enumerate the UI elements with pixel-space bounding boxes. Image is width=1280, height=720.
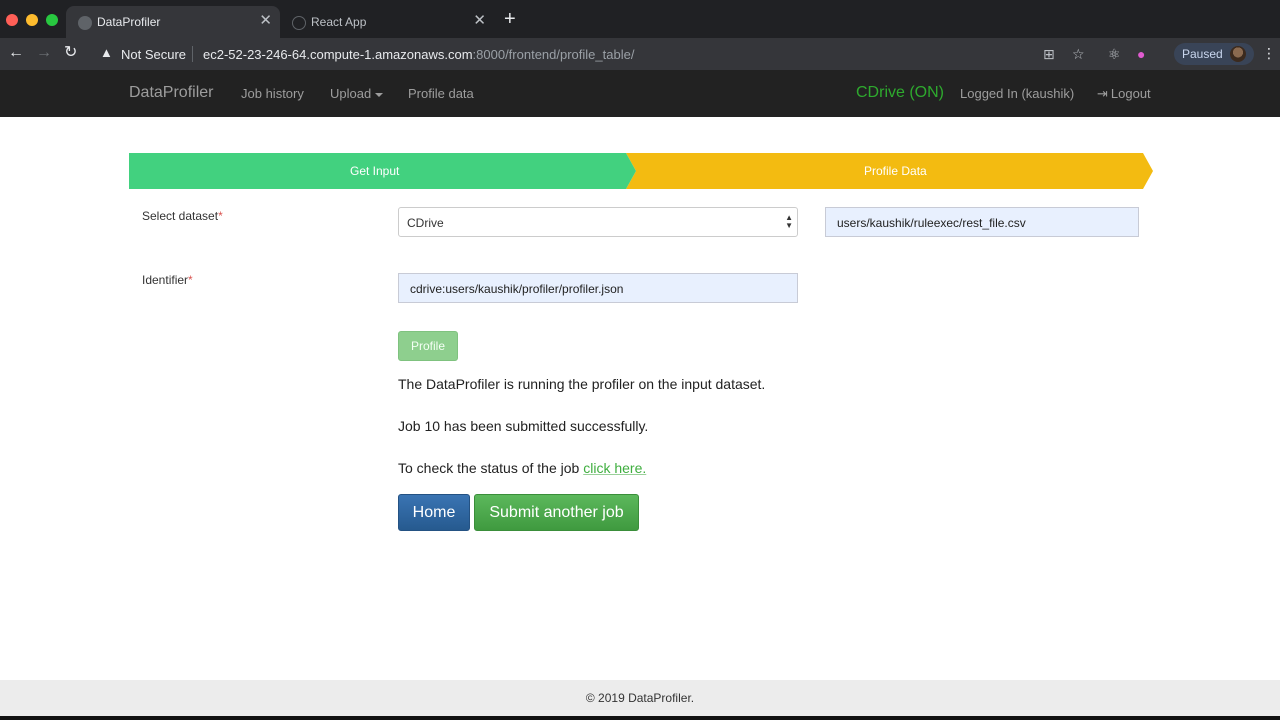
security-label[interactable]: Not Secure (121, 47, 186, 62)
minimize-window-button[interactable] (26, 14, 38, 26)
identifier-label: Identifier* (142, 273, 193, 287)
profile-button[interactable]: Profile (398, 331, 458, 361)
url-path: :8000/frontend/profile_table/ (472, 47, 635, 62)
profile-status: Paused (1182, 47, 1223, 61)
bottom-edge (0, 716, 1280, 720)
status-message: To check the status of the job click her… (398, 460, 646, 476)
cdrive-status: CDrive (ON) (856, 84, 944, 101)
profile-paused-button[interactable]: Paused (1174, 43, 1254, 65)
dataset-path-value: users/kaushik/ruleexec/rest_file.csv (837, 216, 1026, 230)
close-icon[interactable]: ✕ (473, 13, 486, 29)
caret-down-icon (375, 92, 384, 97)
footer-copyright: © 2019 DataProfiler. (585, 691, 695, 705)
nav-profile-data[interactable]: Profile data (408, 86, 474, 101)
url-text[interactable]: ec2-52-23-246-64.compute-1.amazonaws.com… (203, 47, 634, 62)
react-favicon-icon (292, 16, 306, 30)
logout-label: Logout (1110, 86, 1151, 101)
forward-arrow-icon[interactable]: → (36, 44, 52, 62)
tab-title: React App (311, 15, 367, 29)
home-button[interactable]: Home (398, 494, 470, 531)
tab-dataprofiler[interactable]: DataProfiler ✕ (66, 6, 280, 38)
warning-icon[interactable]: ▲ (100, 45, 113, 60)
main-content: Get Input Profile Data Select dataset* C… (0, 117, 1280, 680)
globe-icon (78, 16, 92, 30)
dataset-label-text: Select dataset (142, 209, 219, 223)
maximize-window-button[interactable] (46, 14, 58, 26)
select-arrows-icon: ▲ ▼ (785, 213, 793, 230)
tab-title: DataProfiler (97, 15, 161, 29)
steps-graphic (129, 153, 1153, 189)
dataset-selected-value: CDrive (407, 216, 444, 230)
submitted-message: Job 10 has been submitted successfully. (398, 418, 649, 434)
back-arrow-icon[interactable]: ← (8, 44, 24, 62)
nav-upload-dropdown[interactable]: Upload (330, 86, 384, 101)
star-icon[interactable]: ☆ (1072, 46, 1085, 62)
running-message: The DataProfiler is running the profiler… (398, 376, 766, 392)
identifier-input[interactable]: cdrive:users/kaushik/profiler/profiler.j… (398, 273, 798, 303)
dataset-label: Select dataset* (142, 209, 223, 223)
submit-another-job-button[interactable]: Submit another job (474, 494, 639, 531)
required-mark: * (218, 209, 223, 223)
step-profile-data: Profile Data (864, 164, 927, 178)
tab-react-app[interactable]: React App ✕ (282, 6, 494, 38)
address-bar[interactable]: ▲ Not Secure ec2-52-23-246-64.compute-1.… (92, 41, 1164, 67)
step-get-input: Get Input (350, 164, 400, 178)
footer: © 2019 DataProfiler. (0, 680, 1280, 716)
nav-job-history[interactable]: Job history (241, 86, 304, 101)
brand-link[interactable]: DataProfiler (129, 84, 213, 102)
identifier-label-text: Identifier (142, 273, 189, 287)
dataset-select[interactable]: CDrive ▲ ▼ (398, 207, 798, 237)
logout-icon: ⇥ (1097, 86, 1108, 101)
app-navbar: DataProfiler Job history Upload Profile … (0, 70, 1280, 117)
dataset-path-input[interactable]: users/kaushik/ruleexec/rest_file.csv (825, 207, 1139, 237)
divider (192, 46, 193, 62)
status-link[interactable]: click here. (583, 460, 646, 476)
nav-upload-label: Upload (330, 86, 372, 101)
identifier-value: cdrive:users/kaushik/profiler/profiler.j… (410, 282, 624, 296)
reload-icon[interactable]: ↻ (64, 44, 77, 62)
close-window-button[interactable] (6, 14, 18, 26)
browser-tabstrip: DataProfiler ✕ React App ✕ + (0, 0, 1280, 38)
react-devtools-icon[interactable]: ⚛ (1108, 46, 1121, 62)
close-icon[interactable]: ✕ (259, 13, 272, 29)
new-tab-icon[interactable]: + (504, 9, 516, 29)
logout-link[interactable]: ⇥ Logout (1097, 86, 1151, 102)
logged-in-user: Logged In (kaushik) (960, 86, 1075, 101)
avatar (1230, 46, 1246, 62)
progress-steps: Get Input Profile Data (129, 153, 1153, 189)
more-menu-icon[interactable]: ⋮ (1262, 45, 1276, 62)
url-host: ec2-52-23-246-64.compute-1.amazonaws.com (203, 47, 473, 62)
status-prefix: To check the status of the job (398, 460, 584, 476)
required-mark: * (188, 273, 193, 287)
translate-icon[interactable]: ⊞ (1043, 46, 1055, 62)
browser-toolbar: ← → ↻ ▲ Not Secure ec2-52-23-246-64.comp… (0, 38, 1280, 70)
color-picker-icon[interactable]: ● (1137, 46, 1145, 62)
